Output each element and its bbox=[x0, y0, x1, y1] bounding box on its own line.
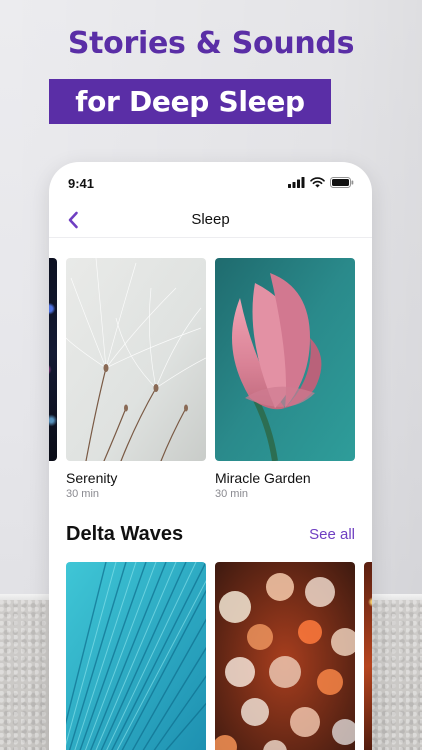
miracle-garden-card-title: Miracle Garden bbox=[215, 470, 311, 486]
wifi-icon bbox=[310, 177, 325, 188]
bokeh-lights-image bbox=[215, 562, 355, 750]
serenity-card-duration: 30 min bbox=[66, 488, 100, 500]
section-title: Delta Waves bbox=[66, 523, 184, 545]
navigation-bar: Sleep bbox=[49, 202, 372, 238]
status-time: 9:41 bbox=[68, 176, 95, 191]
promo-headline-banner: for Deep Sleep bbox=[49, 79, 331, 124]
lotus-bud-image bbox=[215, 258, 355, 461]
phone-screen: 9:41 Sleep Serenity 30 min Miracle Garde… bbox=[49, 162, 372, 750]
blue-palm-leaf-image bbox=[66, 562, 206, 750]
see-all-link[interactable]: See all bbox=[309, 526, 355, 543]
status-bar: 9:41 bbox=[49, 162, 372, 202]
promo-headline-line1: Stories & Sounds bbox=[67, 26, 355, 61]
miracle-garden-card-image[interactable] bbox=[215, 258, 355, 461]
dandelion-seeds-image bbox=[66, 258, 206, 461]
delta-waves-card-partial[interactable] bbox=[364, 562, 372, 750]
featured-card-partial[interactable] bbox=[49, 258, 57, 461]
promo-headline-line2: for Deep Sleep bbox=[75, 85, 305, 118]
serenity-card-title: Serenity bbox=[66, 470, 118, 486]
page-title: Sleep bbox=[191, 211, 230, 228]
delta-waves-card-1-image[interactable] bbox=[66, 562, 206, 750]
status-icons bbox=[288, 177, 354, 188]
serenity-card-image[interactable] bbox=[66, 258, 206, 461]
miracle-garden-card-duration: 30 min bbox=[215, 488, 249, 500]
cellular-signal-icon bbox=[288, 177, 305, 188]
delta-waves-card-2-image[interactable] bbox=[215, 562, 355, 750]
battery-icon bbox=[330, 177, 354, 188]
